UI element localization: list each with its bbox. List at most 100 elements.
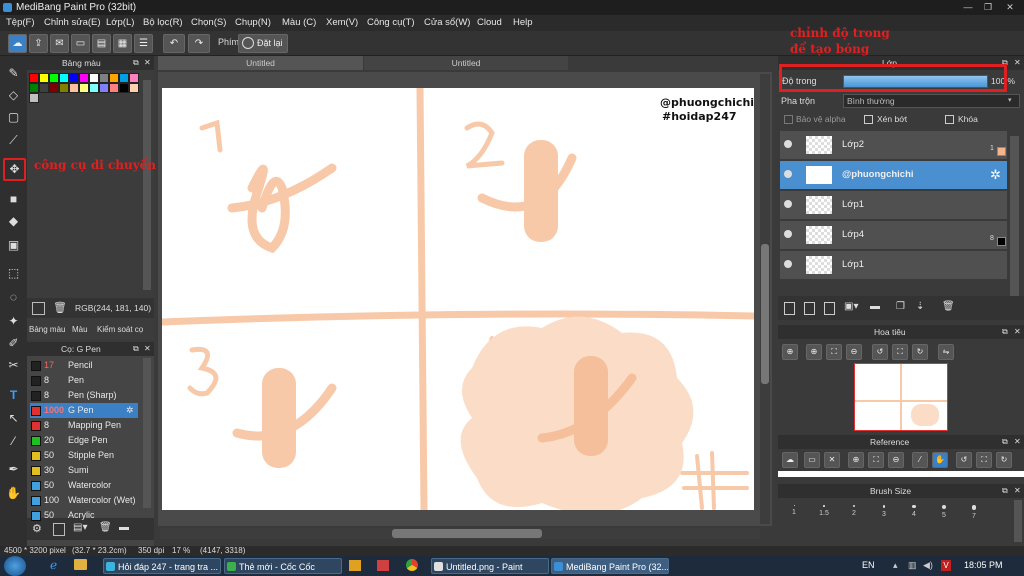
lock-checkbox[interactable] — [945, 115, 954, 124]
reset-button[interactable]: Đặt lại — [238, 34, 288, 53]
color-swatch[interactable] — [89, 73, 99, 83]
hand-icon[interactable]: ✋ — [932, 452, 948, 468]
shape-tool-icon[interactable]: ▢ — [4, 108, 23, 127]
share-icon[interactable]: ⇪ — [29, 34, 48, 53]
operation-tool-icon[interactable]: ↖ — [4, 409, 23, 428]
redo-button[interactable]: ↷ — [188, 34, 210, 53]
horizontal-scrollbar[interactable] — [160, 528, 760, 539]
layer-scrollbar[interactable] — [1010, 136, 1019, 296]
new-color-icon[interactable] — [32, 302, 45, 315]
network-icon[interactable]: ▥ — [908, 560, 917, 571]
brush-size-cell[interactable]: 1 — [780, 502, 808, 520]
brush-item[interactable]: 50 Stipple Pen — [30, 448, 138, 463]
comment-icon[interactable]: ✉ — [50, 34, 69, 53]
select-eraser-icon[interactable]: ✂ — [4, 356, 23, 375]
undo-button[interactable]: ↶ — [163, 34, 185, 53]
task-coccoc[interactable]: Thẻ mới - Cốc Cốc — [224, 558, 342, 574]
move-tool-icon[interactable]: ✥ — [3, 158, 26, 181]
app-icon-red[interactable] — [377, 560, 389, 571]
color-swatch[interactable] — [109, 73, 119, 83]
media-icon[interactable] — [349, 560, 361, 571]
document-tab-2[interactable]: Untitled — [364, 56, 568, 70]
chrome-icon[interactable] — [406, 559, 418, 571]
task-medibang[interactable]: MediBang Paint Pro (32... — [551, 558, 669, 574]
undock-icon[interactable]: ⧉ — [1002, 484, 1008, 498]
trash-icon[interactable]: 🗑 — [99, 522, 112, 533]
rotate-left-icon[interactable]: ↺ — [956, 452, 972, 468]
close-button[interactable]: ✕ — [1002, 2, 1018, 13]
zoom-in-icon[interactable]: ⊕ — [848, 452, 864, 468]
brush-item[interactable]: 17 Pencil — [30, 358, 138, 373]
horizontal-scroll-thumb[interactable] — [392, 529, 542, 538]
color-swatch[interactable] — [69, 73, 79, 83]
gradient-tool-icon[interactable]: ▣ — [4, 236, 23, 255]
color-swatch[interactable] — [69, 83, 79, 93]
protect-alpha-checkbox[interactable] — [784, 115, 793, 124]
volume-icon[interactable]: ◀) — [923, 560, 933, 571]
brush-item[interactable]: 50 Acrylic — [30, 508, 138, 523]
antivirus-icon[interactable]: V — [941, 560, 951, 571]
color-swatch[interactable] — [99, 73, 109, 83]
brush-size-cell[interactable]: 4 — [900, 502, 928, 520]
brush-size-cell[interactable]: 5 — [930, 502, 958, 520]
close-panel-icon[interactable]: ✕ — [1014, 56, 1021, 70]
color-swatch[interactable] — [59, 73, 69, 83]
brush-size-cell[interactable]: 1.5 — [810, 502, 838, 520]
grid-icon[interactable]: ▦ — [113, 34, 132, 53]
undock-icon[interactable]: ⧉ — [133, 56, 139, 70]
rotate-reset-icon[interactable]: ⛶ — [892, 344, 908, 360]
menu-window[interactable]: Cửa sổ(W) — [424, 15, 470, 31]
close-panel-icon[interactable]: ✕ — [1014, 325, 1021, 339]
color-swatch[interactable] — [79, 73, 89, 83]
menu-color[interactable]: Màu (C) — [282, 15, 316, 31]
new-8bit-layer-icon[interactable] — [824, 302, 835, 315]
menu-view[interactable]: Xem(V) — [326, 15, 358, 31]
undock-icon[interactable]: ⧉ — [1002, 435, 1008, 449]
language-indicator[interactable]: EN — [862, 560, 875, 570]
close-reference-icon[interactable]: ✕ — [824, 452, 840, 468]
color-swatch[interactable] — [39, 83, 49, 93]
folder-icon[interactable]: ▬ — [119, 522, 129, 533]
navigator-preview[interactable] — [854, 363, 948, 431]
pen-icon[interactable]: ✒ — [4, 460, 23, 479]
undock-icon[interactable]: ⧉ — [133, 342, 139, 356]
duplicate-icon[interactable]: ❐ — [896, 301, 905, 312]
eye-icon[interactable] — [784, 200, 792, 208]
color-swatch[interactable] — [29, 93, 39, 103]
brush-size-cell[interactable]: 7 — [960, 502, 988, 520]
tab-palette[interactable]: Bảng màu — [29, 325, 65, 334]
flip-icon[interactable]: ⇋ — [938, 344, 954, 360]
color-swatch[interactable] — [29, 83, 39, 93]
list-icon[interactable]: ☰ — [134, 34, 153, 53]
menu-edit[interactable]: Chỉnh sửa(E) — [44, 15, 101, 31]
brush-item[interactable]: 8 Pen — [30, 373, 138, 388]
brush-item[interactable]: 20 Edge Pen — [30, 433, 138, 448]
add-layer-menu-icon[interactable]: ▣▾ — [844, 301, 858, 312]
layer-row[interactable]: @phuongchichi ✲ — [780, 161, 1007, 190]
layer-row[interactable]: Lớp4 8 — [780, 221, 1007, 250]
layer-row[interactable]: Lớp1 — [780, 191, 1007, 220]
brush-tool-icon[interactable]: ✎ — [4, 64, 23, 83]
tab-color[interactable]: Màu — [72, 325, 88, 334]
rotate-right-icon[interactable]: ↻ — [996, 452, 1012, 468]
undock-icon[interactable]: ⧉ — [1002, 325, 1008, 339]
trash-icon[interactable]: 🗑 — [942, 301, 955, 312]
menu-file[interactable]: Tệp(F) — [6, 15, 35, 31]
rotate-reset-icon[interactable]: ⛶ — [976, 452, 992, 468]
ie-icon[interactable]: ℯ — [50, 558, 57, 572]
eyedropper-icon[interactable]: ⁄ — [4, 432, 23, 451]
gear-icon[interactable]: ✲ — [990, 167, 1001, 183]
maximize-button[interactable]: ❐ — [980, 2, 996, 13]
color-swatch[interactable] — [49, 83, 59, 93]
eye-icon[interactable] — [784, 140, 792, 148]
blend-select[interactable]: Bình thường ▾ — [843, 94, 1020, 108]
merge-icon[interactable]: ⇣ — [916, 301, 924, 312]
brush-size-scrollbar[interactable] — [1014, 500, 1022, 542]
fit-icon[interactable]: ⛶ — [826, 344, 842, 360]
document-icon[interactable]: ▤ — [92, 34, 111, 53]
fit-icon[interactable]: ⛶ — [868, 452, 884, 468]
bucket-tool-icon[interactable]: ◆ — [4, 212, 23, 231]
brush-item[interactable]: 100 Watercolor (Wet) — [30, 493, 138, 508]
color-swatch[interactable] — [119, 73, 129, 83]
eye-icon[interactable] — [784, 170, 792, 178]
